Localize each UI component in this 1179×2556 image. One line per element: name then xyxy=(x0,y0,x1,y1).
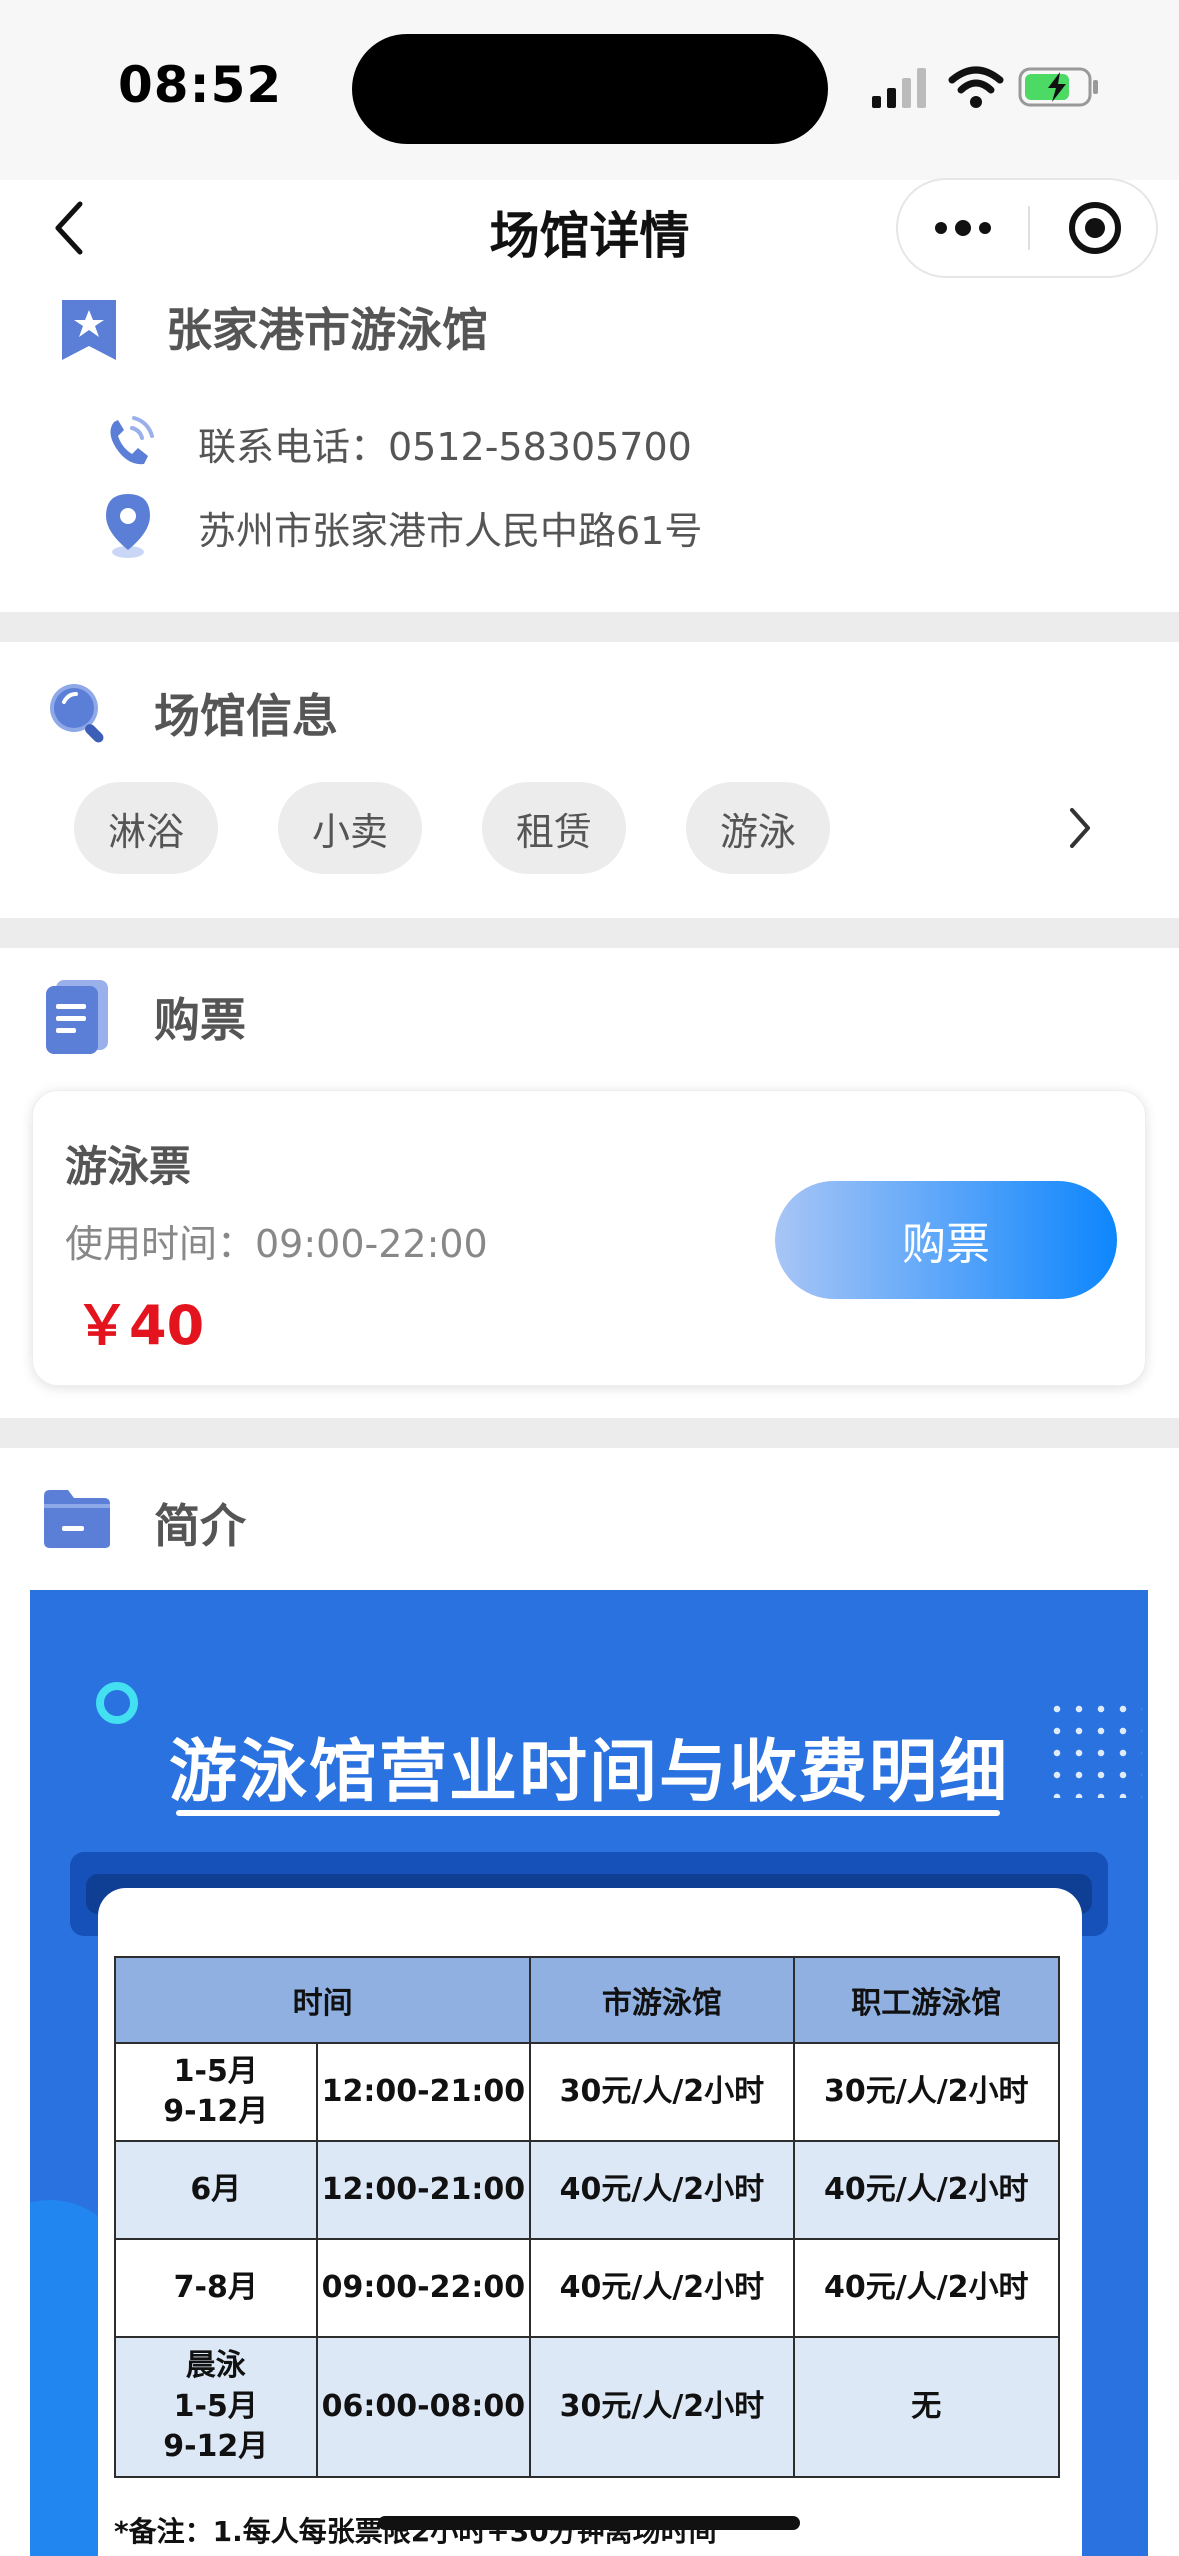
fee-period-cell: 晨泳 1-5月 9-12月 xyxy=(114,2336,318,2478)
document-icon xyxy=(46,980,108,1054)
chevron-right-icon xyxy=(1070,808,1090,848)
fee-table-header: 市游泳馆 xyxy=(529,1956,795,2044)
search-magnifier-icon xyxy=(50,684,104,743)
ticket-price: ￥40 xyxy=(75,1294,205,1357)
status-time: 08:52 xyxy=(118,56,283,114)
fee-table-header-row: 时间 市游泳馆 职工游泳馆 xyxy=(113,1956,1061,2044)
venue-info-title: 场馆信息 xyxy=(154,689,338,743)
signal-icon xyxy=(872,68,926,108)
venue-name: 张家港市游泳馆 xyxy=(166,303,488,357)
close-mini-program-button[interactable] xyxy=(1030,180,1160,276)
wifi-icon xyxy=(948,66,1004,108)
fee-table-row: 6月 12:00-21:00 40元/人/2小时 40元/人/2小时 xyxy=(114,2140,1061,2240)
buy-ticket-button[interactable]: 购票 xyxy=(775,1181,1117,1299)
venue-address[interactable]: 苏州市张家港市人民中路61号 xyxy=(198,500,702,555)
fee-hours-cell: 06:00-08:00 xyxy=(315,2336,532,2478)
section-divider xyxy=(0,918,1179,948)
fee-staff-cell: 40元/人/2小时 xyxy=(792,2140,1061,2240)
fee-period-cell: 6月 xyxy=(114,2140,318,2240)
fee-hours-cell: 09:00-22:00 xyxy=(315,2238,532,2338)
fee-table-header: 职工游泳馆 xyxy=(792,1956,1061,2044)
more-button[interactable] xyxy=(898,180,1028,276)
fee-table-row: 7-8月 09:00-22:00 40元/人/2小时 40元/人/2小时 xyxy=(114,2238,1061,2338)
fee-staff-cell: 30元/人/2小时 xyxy=(792,2042,1061,2142)
phone-icon xyxy=(110,416,154,465)
fee-city-cell: 40元/人/2小时 xyxy=(529,2140,795,2240)
intro-poster-image: 游泳馆营业时间与收费明细 时间 市游泳馆 职工游泳馆 1-5月 9-12月 12… xyxy=(30,1590,1148,2556)
dynamic-island xyxy=(352,34,828,144)
fee-table: 时间 市游泳馆 职工游泳馆 1-5月 9-12月 12:00-21:00 30元… xyxy=(113,1956,1061,2478)
ticket-name: 游泳票 xyxy=(65,1142,192,1191)
ticket-usage-time: 使用时间：09:00-22:00 xyxy=(65,1222,488,1266)
fee-city-cell: 30元/人/2小时 xyxy=(529,2042,795,2142)
ticket-card: 游泳票 使用时间：09:00-22:00 ￥40 购票 xyxy=(32,1090,1146,1386)
fee-table-card: 时间 市游泳馆 职工游泳馆 1-5月 9-12月 12:00-21:00 30元… xyxy=(98,1888,1082,2556)
status-bar: 08:52 xyxy=(0,0,1179,180)
fee-table-header: 时间 xyxy=(113,1956,532,2044)
facility-tags: 淋浴 小卖 租赁 游泳 xyxy=(74,782,830,874)
mini-program-capsule xyxy=(896,178,1158,278)
fee-hours-cell: 12:00-21:00 xyxy=(315,2140,532,2240)
ticket-section-title: 购票 xyxy=(154,993,246,1047)
fee-table-row: 晨泳 1-5月 9-12月 06:00-08:00 30元/人/2小时 无 xyxy=(114,2336,1061,2478)
fee-staff-cell: 无 xyxy=(792,2336,1061,2478)
section-divider xyxy=(0,1418,1179,1448)
facility-tag[interactable]: 小卖 xyxy=(278,782,422,874)
section-divider xyxy=(0,612,1179,642)
fee-period-cell: 7-8月 xyxy=(114,2238,318,2338)
fee-period-cell: 1-5月 9-12月 xyxy=(114,2042,318,2142)
tags-more-button[interactable] xyxy=(1060,800,1100,856)
fee-hours-cell: 12:00-21:00 xyxy=(315,2042,532,2142)
venue-bookmark-icon xyxy=(62,300,116,360)
fee-table-row: 1-5月 9-12月 12:00-21:00 30元/人/2小时 30元/人/2… xyxy=(114,2042,1061,2142)
target-close-icon xyxy=(1069,202,1121,254)
facility-tag[interactable]: 游泳 xyxy=(686,782,830,874)
facility-tag[interactable]: 租赁 xyxy=(482,782,626,874)
battery-icon xyxy=(1018,67,1098,107)
poster-title: 游泳馆营业时间与收费明细 xyxy=(168,1733,1009,1812)
poster-title-underline xyxy=(176,1810,1000,1816)
intro-section-title: 简介 xyxy=(154,1499,246,1553)
fee-city-cell: 30元/人/2小时 xyxy=(529,2336,795,2478)
home-indicator xyxy=(378,2516,800,2530)
fee-city-cell: 40元/人/2小时 xyxy=(529,2238,795,2338)
facility-tag[interactable]: 淋浴 xyxy=(74,782,218,874)
more-dots-icon xyxy=(935,220,991,236)
fee-staff-cell: 40元/人/2小时 xyxy=(792,2238,1061,2338)
location-pin-icon xyxy=(106,494,150,558)
venue-phone[interactable]: 联系电话：0512-58305700 xyxy=(198,416,692,471)
folder-icon xyxy=(44,1490,110,1548)
